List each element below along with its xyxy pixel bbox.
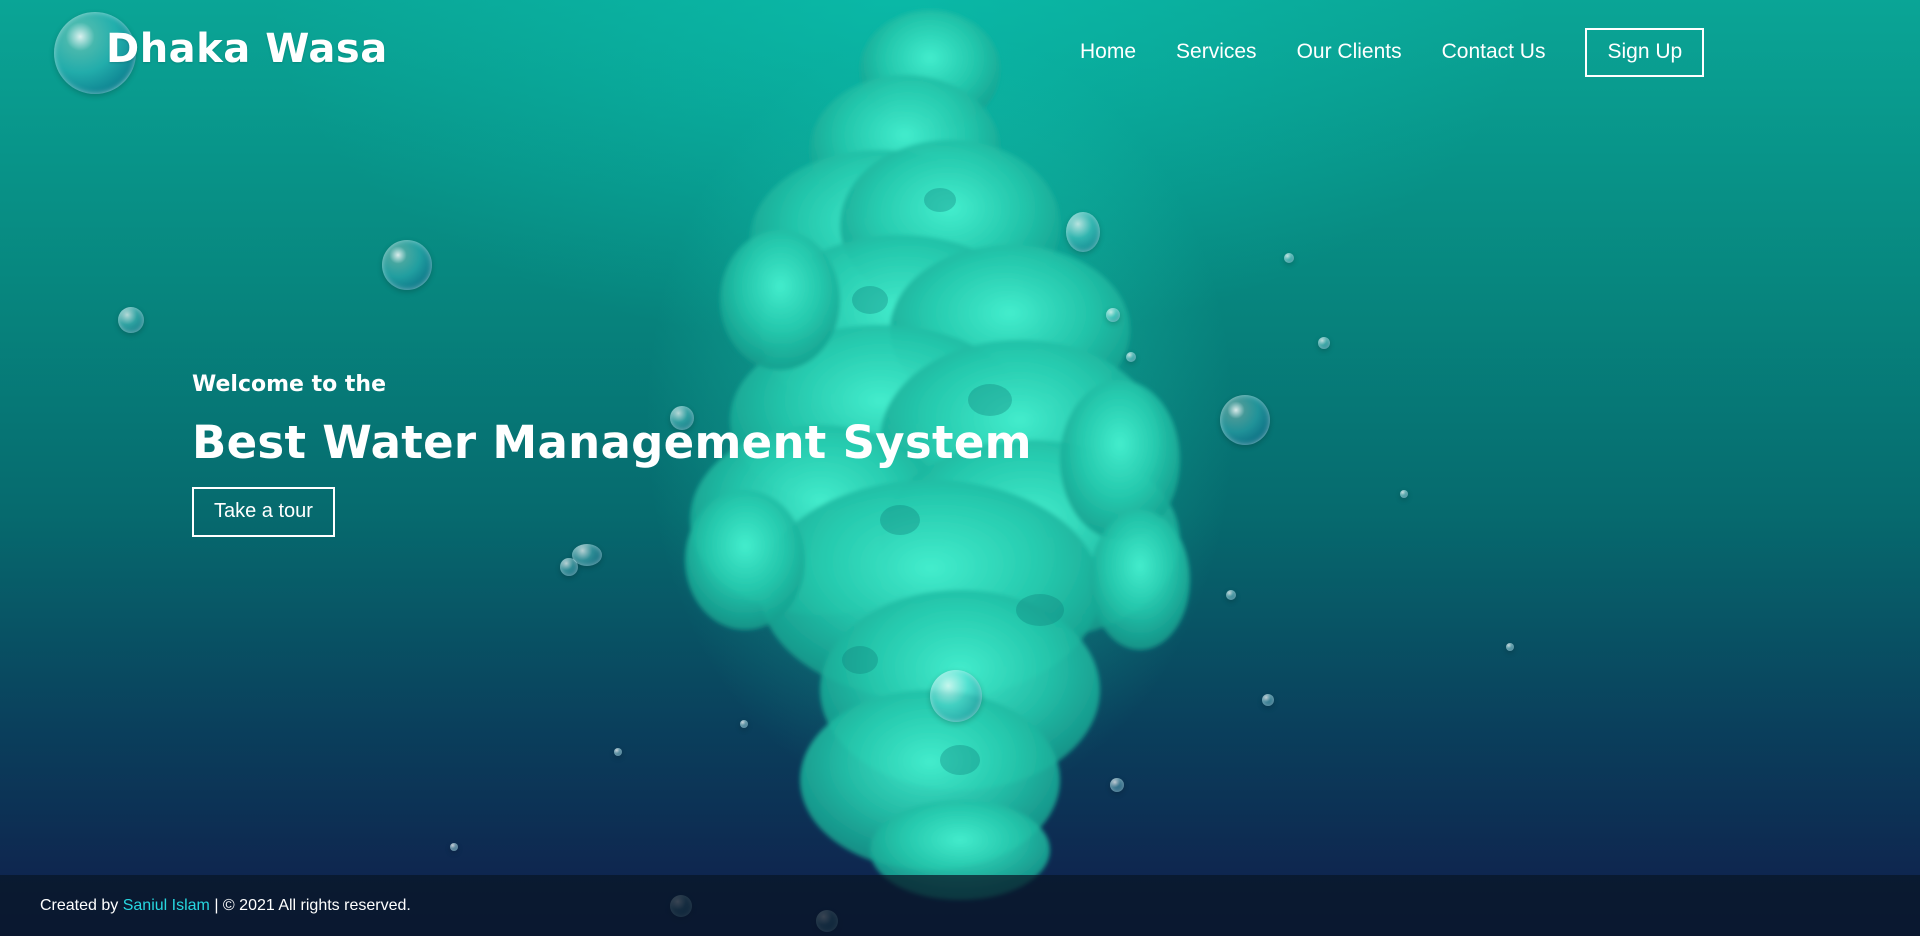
main-nav: Home Services Our Clients Contact Us Sig… xyxy=(1080,27,1705,77)
landing-page: Dhaka Wasa Home Services Our Clients Con… xyxy=(0,0,1920,936)
bubble-decoration xyxy=(614,748,622,756)
bubble-decoration xyxy=(1400,490,1408,498)
bubble-decoration xyxy=(1106,308,1120,322)
bubble-decoration xyxy=(1284,253,1294,263)
footer-author-link[interactable]: Saniul Islam xyxy=(123,897,210,914)
footer-credits: Created by Saniul Islam | © 2021 All rig… xyxy=(40,897,411,915)
footer-rights: | © 2021 All rights reserved. xyxy=(214,896,411,914)
footer-created-by: Created by xyxy=(40,896,119,914)
bubble-decoration xyxy=(1126,352,1136,362)
bubble-decoration xyxy=(118,307,144,333)
hero-welcome-text: Welcome to the xyxy=(192,372,386,397)
nav-item-our-clients[interactable]: Our Clients xyxy=(1297,40,1402,64)
footer: Created by Saniul Islam | © 2021 All rig… xyxy=(0,875,1920,936)
bubble-decoration xyxy=(1220,395,1270,445)
brand-logo[interactable]: Dhaka Wasa xyxy=(106,26,388,72)
bubble-decoration xyxy=(930,670,982,722)
bubble-decoration xyxy=(1226,590,1236,600)
bubble-decoration xyxy=(560,558,578,576)
bubble-decoration xyxy=(1262,694,1274,706)
bubble-decoration xyxy=(1066,212,1100,252)
bubble-decoration xyxy=(1110,778,1124,792)
bubble-decoration xyxy=(740,720,748,728)
bubble-decoration xyxy=(1506,643,1514,651)
bubble-decoration xyxy=(382,240,432,290)
nav-item-contact-us[interactable]: Contact Us xyxy=(1442,40,1546,64)
take-a-tour-button[interactable]: Take a tour xyxy=(192,487,335,537)
nav-item-home[interactable]: Home xyxy=(1080,40,1136,64)
hero-title: Best Water Management System xyxy=(192,416,1032,469)
bubble-decoration xyxy=(1318,337,1330,349)
sign-up-button[interactable]: Sign Up xyxy=(1585,27,1705,77)
nav-item-services[interactable]: Services xyxy=(1176,40,1257,64)
bubble-decoration xyxy=(450,843,458,851)
